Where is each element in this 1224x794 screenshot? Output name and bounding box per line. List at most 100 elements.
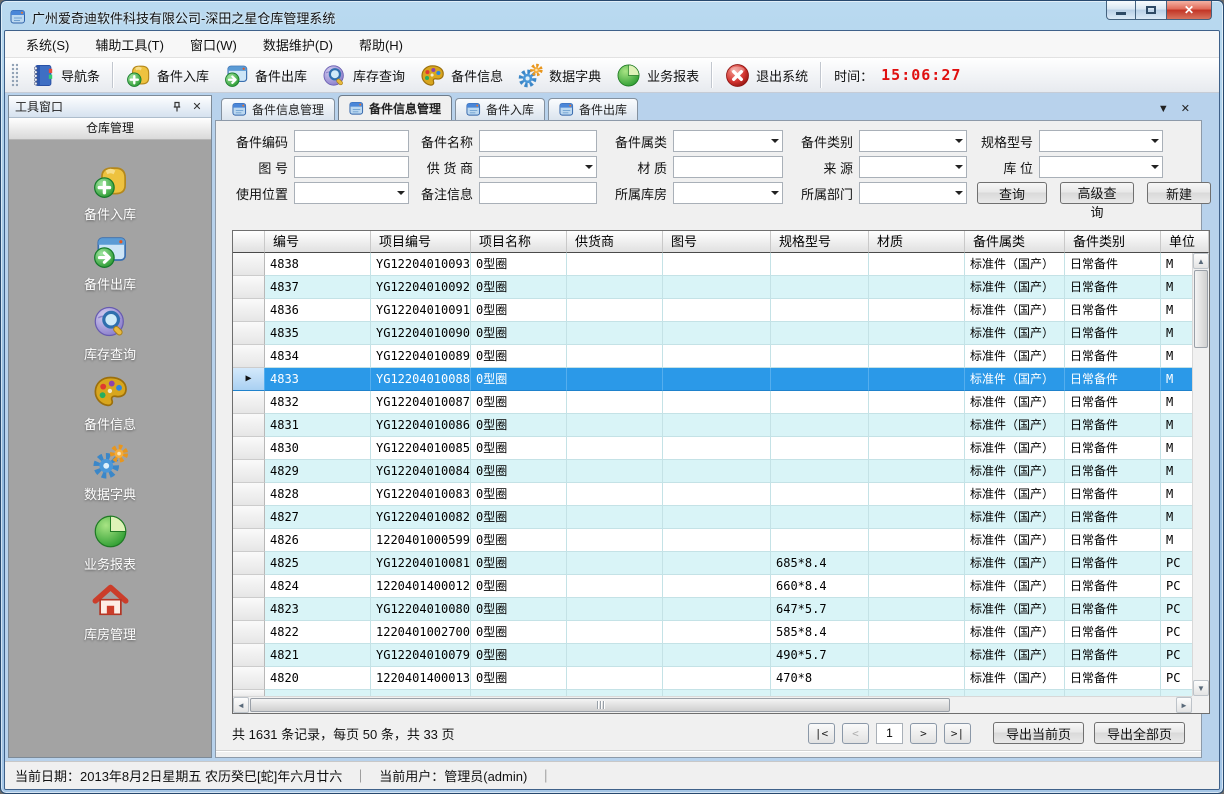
first-page-button[interactable]: |< [808,723,835,744]
location-input[interactable] [1039,156,1163,178]
page-number-input[interactable] [876,723,903,744]
menu-item-data-maintain[interactable]: 数据维护(D) [250,31,346,58]
row-selector-cell[interactable] [233,529,265,552]
sidebar-item-report[interactable]: 业务报表 [9,512,211,582]
advanced-query-button[interactable]: 高级查询 [1060,182,1134,204]
scroll-down-icon[interactable]: ▼ [1193,680,1209,696]
chevron-down-icon[interactable] [951,157,966,177]
row-selector-cell[interactable] [233,437,265,460]
table-row[interactable]: 4828YG122040100830型圈标准件（国产）日常备件M [233,483,1209,506]
close-icon[interactable]: ✕ [189,100,205,114]
maximize-button[interactable] [1136,1,1166,20]
sidebar-item-parts-info[interactable]: 备件信息 [9,372,211,442]
toolbar-button-parts-in[interactable]: 备件入库 [118,59,216,92]
scroll-right-icon[interactable]: ► [1176,697,1192,713]
row-selector-cell[interactable] [233,621,265,644]
table-row[interactable]: 4835YG122040100900型圈标准件（国产）日常备件M [233,322,1209,345]
supplier-input[interactable] [479,156,597,178]
toolbar-button-data-dict[interactable]: 数据字典 [510,59,608,92]
table-row[interactable]: 4836YG122040100910型圈标准件（国产）日常备件M [233,299,1209,322]
row-selector-cell[interactable] [233,575,265,598]
column-header-4[interactable]: 图号 [663,231,771,253]
column-header-3[interactable]: 供货商 [567,231,663,253]
tab-parts-out[interactable]: 备件出库 [548,98,638,120]
sidebar-section-warehouse[interactable]: 仓库管理 [9,118,211,140]
chevron-down-icon[interactable] [393,183,408,203]
spec-model-input[interactable] [1039,130,1163,152]
table-row[interactable]: 482612204010005990型圈标准件（国产）日常备件M [233,529,1209,552]
toolbar-button-exit[interactable]: 退出系统 [717,59,815,92]
next-page-button[interactable]: > [910,723,937,744]
row-selector-cell[interactable] [233,299,265,322]
table-row[interactable]: 482012204014000130型圈470*8标准件（国产）日常备件PC [233,667,1209,690]
vertical-scroll-thumb[interactable] [1194,270,1208,348]
sidebar-item-inventory-query[interactable]: 库存查询 [9,302,211,372]
export-all-pages-button[interactable]: 导出全部页 [1094,722,1185,744]
row-selector-cell[interactable] [233,253,265,276]
table-row[interactable]: 482412204014000120型圈660*8.4标准件（国产）日常备件PC [233,575,1209,598]
row-selector-cell[interactable] [233,552,265,575]
chevron-down-icon[interactable] [951,183,966,203]
last-page-button[interactable]: >| [944,723,971,744]
toolbar-button-parts-out[interactable]: 备件出库 [216,59,314,92]
menu-item-aux-tools[interactable]: 辅助工具(T) [82,31,177,58]
table-row[interactable]: 4829YG122040100840型圈标准件（国产）日常备件M [233,460,1209,483]
part-code-input[interactable] [294,130,409,152]
menu-item-system[interactable]: 系统(S) [13,31,82,58]
column-header-7[interactable]: 备件属类 [965,231,1065,253]
drawing-no-input[interactable] [294,156,409,178]
column-header-1[interactable]: 项目编号 [371,231,471,253]
vertical-scrollbar[interactable]: ▲ ▼ [1192,253,1209,696]
chevron-down-icon[interactable] [581,157,596,177]
row-selector-cell[interactable] [233,276,265,299]
scroll-up-icon[interactable]: ▲ [1193,253,1209,269]
table-row[interactable]: 4831YG122040100860型圈标准件（国产）日常备件M [233,414,1209,437]
column-header-8[interactable]: 备件类别 [1065,231,1161,253]
table-row[interactable]: 4821YG122040100790型圈490*5.7标准件（国产）日常备件PC [233,644,1209,667]
tab-parts-info-mgmt-2[interactable]: 备件信息管理 [338,95,452,120]
table-row[interactable]: 4825YG122040100810型圈685*8.4标准件（国产）日常备件PC [233,552,1209,575]
scroll-left-icon[interactable]: ◄ [233,697,249,713]
column-header-2[interactable]: 项目名称 [471,231,567,253]
sidebar-item-warehouse-manage[interactable]: 库房管理 [9,582,211,652]
table-row[interactable]: 4838YG122040100930型圈标准件（国产）日常备件M [233,253,1209,276]
export-current-page-button[interactable]: 导出当前页 [993,722,1084,744]
usage-position-input[interactable] [294,182,409,204]
row-selector-cell[interactable] [233,667,265,690]
row-selector-cell[interactable] [233,644,265,667]
chevron-down-icon[interactable] [1147,131,1162,151]
row-selector-cell[interactable] [233,391,265,414]
table-row[interactable]: 4823YG122040100800型圈647*5.7标准件（国产）日常备件PC [233,598,1209,621]
sidebar-item-parts-in[interactable]: 备件入库 [9,162,211,232]
column-header-9[interactable]: 单位 [1161,231,1209,253]
horizontal-scrollbar[interactable]: ◄ ► [233,696,1192,713]
row-selector-cell[interactable]: ▶ [233,368,265,391]
chevron-down-icon[interactable] [951,131,966,151]
row-selector-cell[interactable] [233,322,265,345]
close-icon[interactable]: ✕ [1181,104,1190,115]
table-row[interactable]: 4834YG122040100890型圈标准件（国产）日常备件M [233,345,1209,368]
column-header-5[interactable]: 规格型号 [771,231,869,253]
menu-item-help[interactable]: 帮助(H) [346,31,416,58]
row-selector-cell[interactable] [233,598,265,621]
table-row[interactable]: 4827YG122040100820型圈标准件（国产）日常备件M [233,506,1209,529]
prev-page-button[interactable]: < [842,723,869,744]
query-button[interactable]: 查询 [977,182,1047,204]
column-header-6[interactable]: 材质 [869,231,965,253]
table-row[interactable]: 4832YG122040100870型圈标准件（国产）日常备件M [233,391,1209,414]
row-selector-cell[interactable] [233,506,265,529]
minimize-button[interactable] [1106,1,1136,20]
part-name-input[interactable] [479,130,597,152]
sidebar-item-data-dict[interactable]: 数据字典 [9,442,211,512]
material-input[interactable] [673,156,783,178]
toolbar-grip[interactable] [11,63,18,87]
table-row[interactable]: 4837YG122040100920型圈标准件（国产）日常备件M [233,276,1209,299]
pin-icon[interactable] [169,100,185,114]
chevron-down-icon[interactable] [1147,157,1162,177]
toolbar-button-parts-info[interactable]: 备件信息 [412,59,510,92]
table-row[interactable]: ▶4833YG122040100880型圈标准件（国产）日常备件M [233,368,1209,391]
table-row[interactable]: 4830YG122040100850型圈标准件（国产）日常备件M [233,437,1209,460]
chevron-down-icon[interactable] [767,183,782,203]
toolbar-button-navbar[interactable]: 导航条 [22,59,107,92]
row-selector-cell[interactable] [233,414,265,437]
